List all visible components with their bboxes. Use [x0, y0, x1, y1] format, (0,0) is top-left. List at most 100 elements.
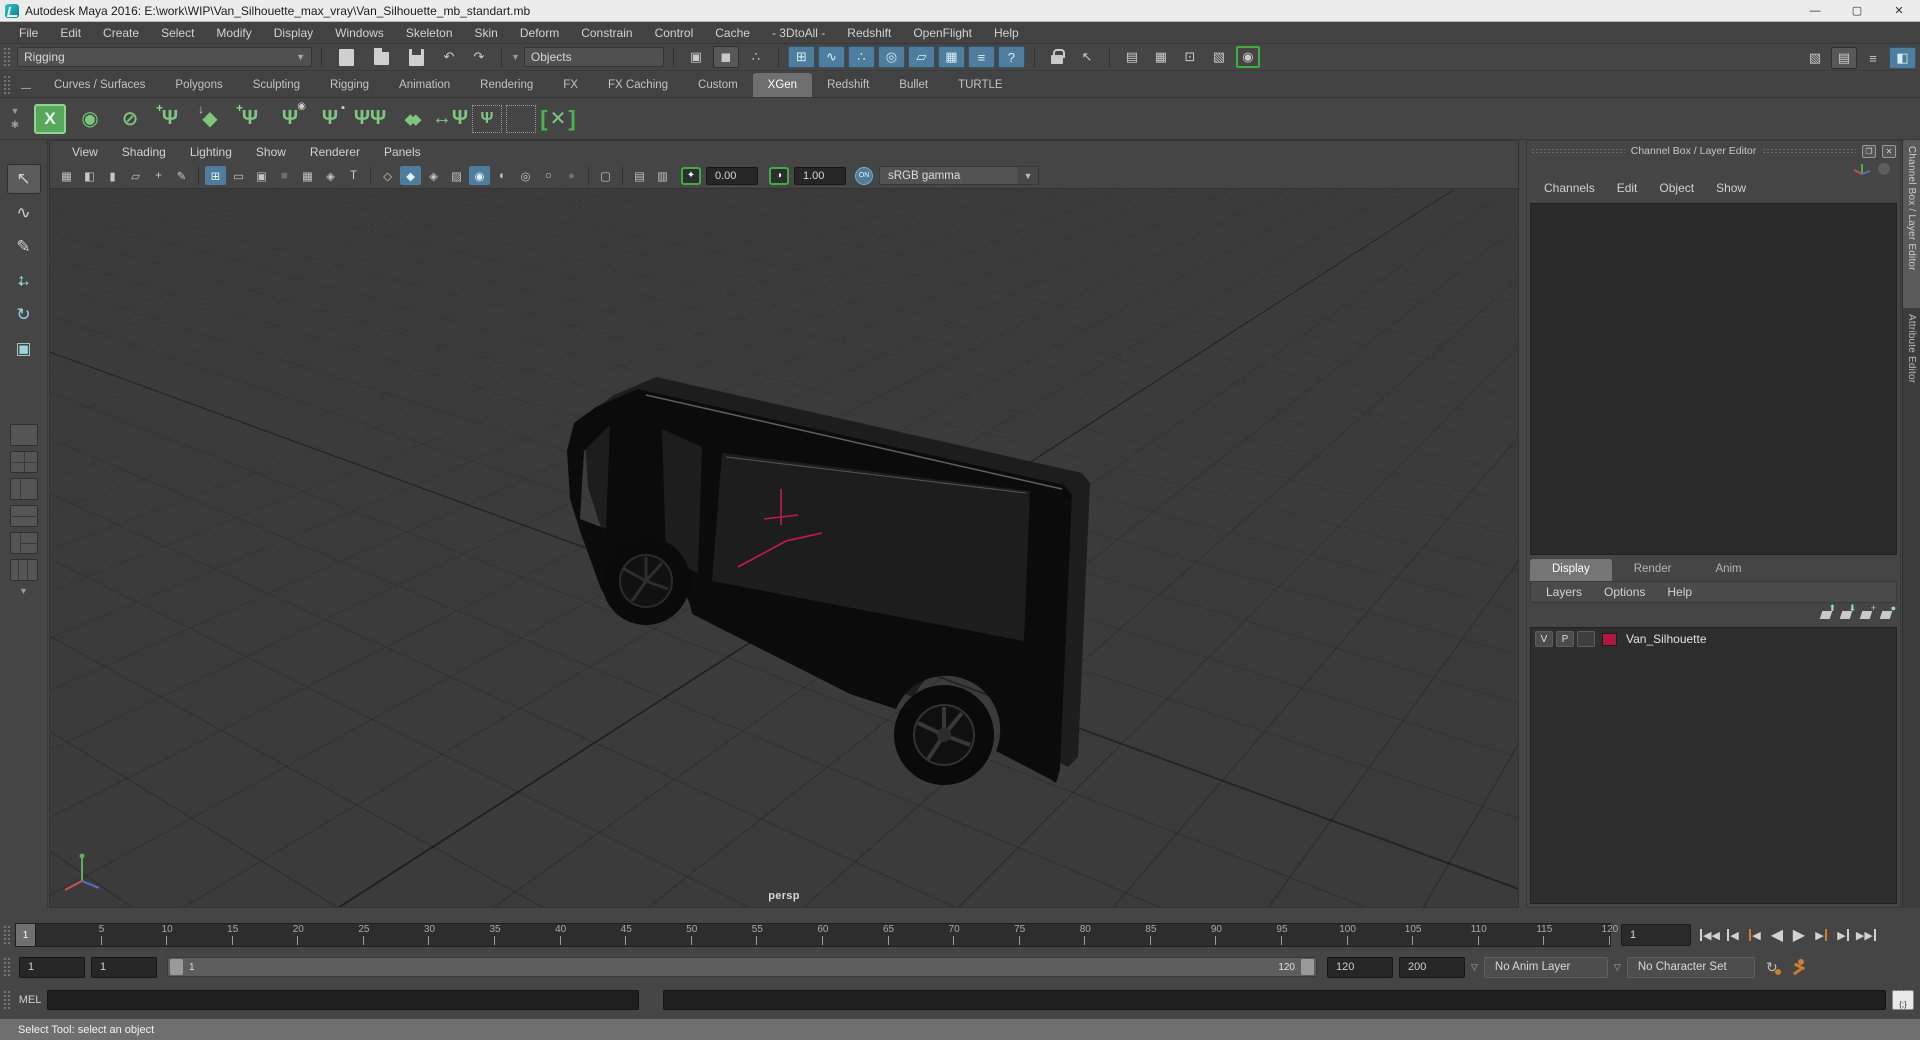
resolution-gate-icon[interactable]: ▣: [251, 166, 272, 185]
safe-title-icon[interactable]: T: [343, 166, 364, 185]
xgen-convert-primitives-icon[interactable]: ◆◆: [392, 102, 428, 136]
render-current-frame-icon[interactable]: ▦: [1148, 46, 1174, 68]
shelf-tab[interactable]: Polygons: [160, 73, 237, 97]
range-end-handle[interactable]: [1301, 959, 1314, 975]
shelf-tab[interactable]: Curves / Surfaces: [39, 73, 160, 97]
shelf-tab[interactable]: Rigging: [315, 73, 384, 97]
modeling-toolkit-toggle-icon[interactable]: ▧: [1802, 47, 1828, 69]
layout-outliner-persp-button[interactable]: [10, 559, 38, 581]
shelf-tab[interactable]: Redshift: [812, 73, 884, 97]
grease-pencil-icon[interactable]: ✎: [171, 166, 192, 185]
display-render-settings-icon[interactable]: ◉: [1236, 46, 1260, 68]
selection-mask-selector[interactable]: Objects: [524, 47, 664, 67]
command-line-input[interactable]: [47, 990, 639, 1010]
animation-end-field[interactable]: 200: [1399, 957, 1465, 978]
animation-start-field[interactable]: 1: [19, 957, 85, 978]
whats-new-highlight-icon[interactable]: ?: [998, 46, 1025, 68]
range-slider[interactable]: 1 120: [167, 957, 1317, 977]
play-backwards-button[interactable]: ◀: [1767, 924, 1787, 946]
panel-menu-item[interactable]: Panels: [372, 142, 433, 162]
motion-blur-icon[interactable]: ○: [538, 166, 559, 185]
undo-icon[interactable]: ↶: [436, 46, 462, 68]
layer-editor-menu-item[interactable]: Layers: [1535, 582, 1593, 602]
menu-item[interactable]: Constrain: [570, 23, 643, 43]
menu-item[interactable]: Create: [92, 23, 150, 43]
shelf-grip[interactable]: [3, 75, 10, 95]
menu-item[interactable]: Select: [150, 23, 205, 43]
camera-attributes-icon[interactable]: ◧: [79, 166, 100, 185]
rotate-tool-icon[interactable]: ↻: [7, 300, 41, 330]
select-by-component-icon[interactable]: ∴: [743, 46, 769, 68]
xgen-add-guide-icon[interactable]: Ψ: [232, 102, 268, 136]
construction-history-icon[interactable]: ≡: [968, 46, 995, 68]
layout-single-pane-button[interactable]: [10, 424, 38, 446]
move-layer-down-icon[interactable]: ⬇: [1841, 608, 1852, 622]
menu-item[interactable]: - 3DtoAll -: [761, 23, 836, 43]
channel-list-area[interactable]: [1530, 203, 1897, 555]
move-tool-icon[interactable]: ↔ ↔: [7, 266, 41, 296]
float-panel-icon[interactable]: ❐: [1862, 145, 1876, 158]
channel-box-header[interactable]: Channel Box / Layer Editor ❐ ✕: [1527, 141, 1900, 161]
select-camera-icon[interactable]: ▦: [56, 166, 77, 185]
screen-space-ao-icon[interactable]: ◎: [515, 166, 536, 185]
sidebar-tab-attribute-editor[interactable]: Attribute Editor: [1903, 308, 1920, 428]
shelf-tab[interactable]: Custom: [683, 73, 753, 97]
menu-item[interactable]: OpenFlight: [902, 23, 983, 43]
chevron-down-icon[interactable]: ▽: [1471, 962, 1478, 973]
status-line-grip[interactable]: [3, 47, 10, 67]
gamma-field[interactable]: 1.00: [794, 167, 846, 185]
lasso-select-tool-icon[interactable]: ∿: [7, 198, 41, 228]
lock-icon[interactable]: [1044, 46, 1070, 68]
panel-menu-item[interactable]: Shading: [110, 142, 178, 162]
step-forward-key-button[interactable]: ▶: [1811, 924, 1831, 946]
layer-display-type-toggle[interactable]: [1577, 631, 1595, 647]
film-gate-icon[interactable]: ▭: [228, 166, 249, 185]
channel-box-toggle-icon[interactable]: ▤: [1831, 47, 1857, 69]
channel-box-menu-item[interactable]: Channels: [1533, 178, 1606, 198]
playback-start-field[interactable]: 1: [91, 957, 157, 978]
menu-item[interactable]: Redshift: [836, 23, 902, 43]
close-panel-icon[interactable]: ✕: [1882, 145, 1896, 158]
character-set-selector[interactable]: No Character Set: [1627, 957, 1755, 978]
shelf-popup-caret[interactable]: ▼: [11, 106, 20, 116]
animation-preferences-icon[interactable]: [1789, 957, 1809, 977]
shelf-menu-icon[interactable]: —: [13, 79, 39, 97]
menu-item[interactable]: Skeleton: [395, 23, 464, 43]
layer-playback-toggle[interactable]: P: [1556, 631, 1574, 647]
layer-editor-menu-item[interactable]: Options: [1593, 582, 1656, 602]
command-line-mode-label[interactable]: MEL: [13, 994, 47, 1006]
open-scene-icon[interactable]: [374, 52, 389, 65]
minimize-button[interactable]: —: [1794, 0, 1836, 21]
shelf-tab[interactable]: Bullet: [884, 73, 943, 97]
script-editor-icon[interactable]: {;}: [1892, 990, 1914, 1010]
color-management-toggle[interactable]: ON: [855, 167, 873, 185]
layer-editor-tab[interactable]: Display: [1530, 559, 1612, 581]
smooth-shade-all-icon[interactable]: ◆: [400, 166, 421, 185]
layout-more-caret[interactable]: ▼: [19, 586, 28, 596]
step-back-frame-button[interactable]: ◀: [1723, 924, 1743, 946]
render-view-icon[interactable]: ▤: [1119, 46, 1145, 68]
layout-four-pane-button[interactable]: [10, 451, 38, 473]
menu-item[interactable]: Deform: [509, 23, 570, 43]
color-space-selector[interactable]: sRGB gamma ▼: [879, 166, 1039, 185]
anim-layer-selector[interactable]: No Anim Layer: [1484, 957, 1608, 978]
layout-three-pane-button[interactable]: [10, 532, 38, 554]
menu-item[interactable]: Edit: [49, 23, 92, 43]
current-frame-marker[interactable]: 1: [16, 924, 36, 946]
new-scene-icon[interactable]: [339, 49, 354, 66]
xgen-export-patches-icon[interactable]: ◆: [192, 102, 228, 136]
make-live-icon[interactable]: ▦: [938, 46, 965, 68]
snap-to-points-icon[interactable]: ∴: [848, 46, 875, 68]
render-settings-icon[interactable]: ▧: [1206, 46, 1232, 68]
sidebar-tab-channel-box[interactable]: Channel Box / Layer Editor: [1903, 140, 1920, 308]
layer-color-swatch[interactable]: [1602, 633, 1617, 646]
exposure-field[interactable]: 0.00: [706, 167, 758, 185]
menu-item[interactable]: Display: [263, 23, 324, 43]
wireframe-on-shaded-icon[interactable]: ◈: [423, 166, 444, 185]
tool-settings-toggle-icon[interactable]: ◧: [1889, 47, 1916, 69]
layer-visibility-toggle[interactable]: V: [1535, 631, 1553, 647]
channel-box-menu-item[interactable]: Show: [1705, 178, 1757, 198]
bookmark-icon[interactable]: ▮: [102, 166, 123, 185]
select-tool-icon[interactable]: ↖: [7, 164, 41, 194]
shelf-tab[interactable]: Animation: [384, 73, 465, 97]
